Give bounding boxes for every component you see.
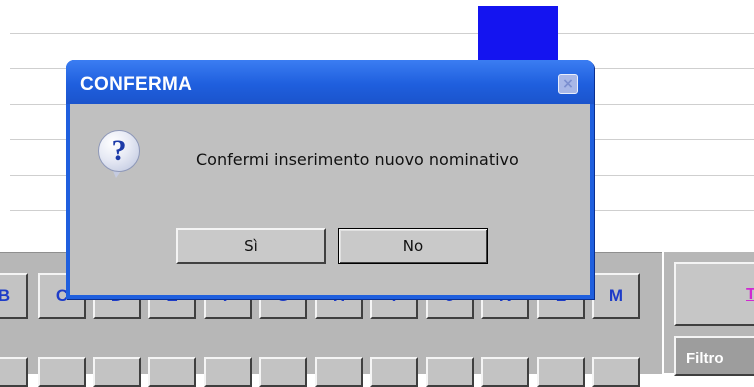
key-row2-2[interactable] [38,357,86,387]
side-panel: T Filtro [664,252,754,376]
dialog-title: CONFERMA [80,74,193,95]
key-b[interactable]: B [0,273,28,319]
blue-selection-block [478,6,558,68]
yes-button[interactable]: Sì [176,228,326,264]
dialog-message: Confermi inserimento nuovo nominativo [196,150,519,169]
side-button-t[interactable]: T [674,262,754,326]
filter-button[interactable]: Filtro [674,336,754,376]
key-row2-10[interactable] [481,357,529,387]
dialog-titlebar[interactable]: CONFERMA × [66,60,594,104]
confirm-dialog: CONFERMA × ? Confermi inserimento nuovo … [66,60,594,299]
key-row2-12[interactable] [592,357,640,387]
dialog-body: ? Confermi inserimento nuovo nominativo … [70,104,590,295]
close-icon[interactable]: × [558,74,578,94]
question-icon: ? [98,130,140,172]
key-row2-9[interactable] [426,357,474,387]
key-row2-5[interactable] [204,357,252,387]
key-row2-11[interactable] [537,357,585,387]
key-row2-1[interactable] [0,357,28,387]
key-row2-4[interactable] [148,357,196,387]
key-row2-8[interactable] [370,357,418,387]
key-row2-7[interactable] [315,357,363,387]
key-row2-6[interactable] [259,357,307,387]
key-row2-3[interactable] [93,357,141,387]
no-button[interactable]: No [338,228,488,264]
key-m[interactable]: M [592,273,640,319]
